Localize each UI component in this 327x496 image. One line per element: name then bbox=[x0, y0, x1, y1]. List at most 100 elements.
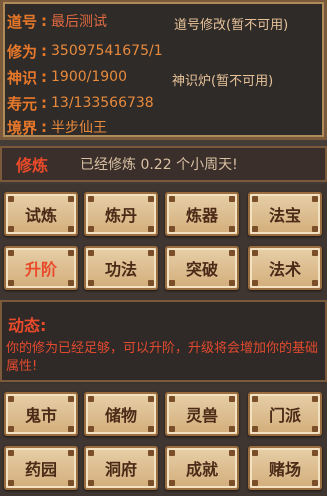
xiuwei-value: 35097541675/1 bbox=[51, 43, 163, 59]
dynamics-message: 你的修为已经足够，可以升阶，升级将会增加你的基础属性! bbox=[6, 341, 319, 374]
alchemy-button[interactable]: 炼丹 bbox=[84, 192, 158, 236]
corner-ornament bbox=[252, 226, 258, 232]
cultivation-title: 修炼 bbox=[16, 156, 49, 175]
rename-button[interactable]: 道号修改(暂不可用) bbox=[174, 14, 288, 33]
button-label: 储物 bbox=[104, 406, 137, 425]
corner-ornament bbox=[169, 280, 175, 286]
corner-ornament bbox=[169, 250, 175, 256]
corner-ornament bbox=[252, 480, 258, 486]
advance-button[interactable]: 升阶 bbox=[4, 246, 78, 290]
corner-ornament bbox=[68, 250, 74, 256]
corner-ornament bbox=[312, 450, 318, 456]
corner-ornament bbox=[312, 226, 318, 232]
button-label: 炼器 bbox=[185, 206, 218, 225]
corner-ornament bbox=[68, 280, 74, 286]
button-label: 药园 bbox=[24, 460, 57, 479]
spirit-furnace-button[interactable]: 神识炉(暂不可用) bbox=[172, 70, 273, 89]
achievements-button[interactable]: 成就 bbox=[165, 446, 239, 490]
sect-button[interactable]: 门派 bbox=[248, 392, 322, 436]
corner-ornament bbox=[8, 426, 14, 432]
corner-ornament bbox=[68, 426, 74, 432]
corner-ornament bbox=[8, 280, 14, 286]
dynamics-title: 动态: bbox=[8, 316, 47, 335]
corner-ornament bbox=[312, 250, 318, 256]
spells-button[interactable]: 法术 bbox=[248, 246, 322, 290]
corner-ornament bbox=[252, 196, 258, 202]
corner-ornament bbox=[68, 450, 74, 456]
jingjie-value: 半步仙王 bbox=[51, 120, 107, 136]
shenshi-row: 神识 : 1900/1900 bbox=[7, 66, 127, 88]
corner-ornament bbox=[229, 480, 235, 486]
corner-ornament bbox=[229, 426, 235, 432]
colon: : bbox=[41, 94, 47, 112]
corner-ornament bbox=[68, 196, 74, 202]
button-label: 洞府 bbox=[104, 460, 137, 479]
button-label: 功法 bbox=[104, 260, 137, 279]
colon: : bbox=[41, 118, 47, 136]
treasure-button[interactable]: 法宝 bbox=[248, 192, 322, 236]
corner-ornament bbox=[88, 250, 94, 256]
shouyuan-label: 寿元 bbox=[7, 94, 38, 113]
corner-ornament bbox=[229, 196, 235, 202]
colon: : bbox=[41, 12, 47, 30]
corner-ornament bbox=[68, 480, 74, 486]
shenshi-value: 1900/1900 bbox=[51, 69, 127, 85]
shenshi-label: 神识 bbox=[7, 68, 38, 87]
corner-ornament bbox=[229, 226, 235, 232]
button-label: 鬼市 bbox=[24, 406, 57, 425]
jingjie-row: 境界 : 半步仙王 bbox=[7, 116, 107, 138]
corner-ornament bbox=[8, 250, 14, 256]
corner-ornament bbox=[312, 480, 318, 486]
storage-button[interactable]: 储物 bbox=[84, 392, 158, 436]
corner-ornament bbox=[252, 396, 258, 402]
corner-ornament bbox=[148, 450, 154, 456]
corner-ornament bbox=[148, 480, 154, 486]
ghost-market-button[interactable]: 鬼市 bbox=[4, 392, 78, 436]
corner-ornament bbox=[148, 396, 154, 402]
cave-abode-button[interactable]: 洞府 bbox=[84, 446, 158, 490]
corner-ornament bbox=[169, 450, 175, 456]
cultivation-bar[interactable]: 修炼 已经修炼 0.22 个小周天! bbox=[0, 146, 327, 182]
corner-ornament bbox=[169, 226, 175, 232]
corner-ornament bbox=[312, 196, 318, 202]
button-label: 升阶 bbox=[24, 260, 57, 279]
corner-ornament bbox=[252, 250, 258, 256]
shouyuan-value: 13/133566738 bbox=[51, 95, 154, 111]
trial-button[interactable]: 试炼 bbox=[4, 192, 78, 236]
corner-ornament bbox=[148, 196, 154, 202]
corner-ornament bbox=[148, 226, 154, 232]
xiuwei-label: 修为 bbox=[7, 42, 38, 61]
daohao-row: 道号 : 最后测试 bbox=[7, 10, 107, 32]
daohao-label: 道号 bbox=[7, 12, 38, 31]
corner-ornament bbox=[169, 196, 175, 202]
corner-ornament bbox=[88, 196, 94, 202]
corner-ornament bbox=[8, 450, 14, 456]
skills-button[interactable]: 功法 bbox=[84, 246, 158, 290]
casino-button[interactable]: 赌场 bbox=[248, 446, 322, 490]
corner-ornament bbox=[169, 480, 175, 486]
corner-ornament bbox=[88, 426, 94, 432]
button-label: 法宝 bbox=[268, 206, 301, 225]
shouyuan-row: 寿元 : 13/133566738 bbox=[7, 92, 154, 114]
corner-ornament bbox=[229, 450, 235, 456]
forging-button[interactable]: 炼器 bbox=[165, 192, 239, 236]
colon: : bbox=[41, 42, 47, 60]
corner-ornament bbox=[88, 280, 94, 286]
corner-ornament bbox=[88, 226, 94, 232]
corner-ornament bbox=[312, 396, 318, 402]
corner-ornament bbox=[252, 426, 258, 432]
button-label: 突破 bbox=[185, 260, 218, 279]
corner-ornament bbox=[88, 396, 94, 402]
corner-ornament bbox=[252, 280, 258, 286]
breakthrough-button[interactable]: 突破 bbox=[165, 246, 239, 290]
corner-ornament bbox=[229, 396, 235, 402]
corner-ornament bbox=[8, 226, 14, 232]
herb-garden-button[interactable]: 药园 bbox=[4, 446, 78, 490]
corner-ornament bbox=[169, 396, 175, 402]
corner-ornament bbox=[169, 426, 175, 432]
button-label: 炼丹 bbox=[104, 206, 137, 225]
daohao-value: 最后测试 bbox=[51, 14, 107, 30]
spirit-beast-button[interactable]: 灵兽 bbox=[165, 392, 239, 436]
xiuwei-row: 修为 : 35097541675/1 bbox=[7, 40, 163, 62]
corner-ornament bbox=[8, 480, 14, 486]
